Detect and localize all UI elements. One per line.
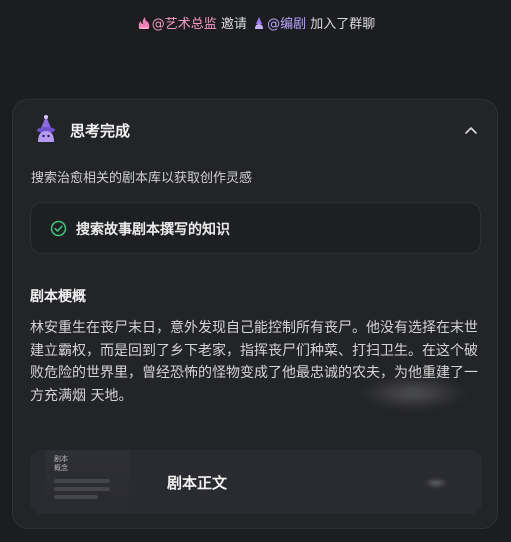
purple-flame-icon <box>255 17 264 29</box>
search-step-item[interactable]: 搜索故事剧本撰写的知识 <box>30 202 481 254</box>
thumbnail-line <box>54 495 98 499</box>
purple-wizard-icon <box>37 115 55 142</box>
collapse-button[interactable] <box>461 120 481 140</box>
search-step-label: 搜索故事剧本撰写的知识 <box>76 222 230 238</box>
document-action-icon[interactable] <box>424 478 448 488</box>
blurred-text-overlay <box>358 376 468 410</box>
thumbnail-line <box>54 479 110 483</box>
pink-flame-icon <box>138 17 150 29</box>
chevron-up-icon <box>465 127 477 134</box>
synopsis-heading: 剧本梗概 <box>30 289 86 305</box>
mention-writer[interactable]: @编剧 <box>267 17 306 32</box>
thumbnail-line <box>54 487 110 491</box>
thinking-card-header[interactable]: 思考完成 <box>13 100 497 160</box>
mention-art-director[interactable]: @艺术总监 <box>152 17 217 32</box>
invite-suffix: 加入了群聊 <box>310 17 376 32</box>
check-circle-icon <box>50 220 67 237</box>
document-title: 剧本正文 <box>167 474 228 492</box>
thinking-status-title: 思考完成 <box>70 122 131 140</box>
document-thumbnail: 剧本概念 <box>45 450 129 514</box>
thinking-summary: 搜索治愈相关的剧本库以获取创作灵感 <box>31 171 253 186</box>
thinking-card: 思考完成 搜索治愈相关的剧本库以获取创作灵感 搜索故事剧本撰写的知识 剧本梗概 … <box>12 99 498 529</box>
thumbnail-label: 剧本概念 <box>54 455 68 472</box>
invite-verb: 邀请 <box>220 17 247 32</box>
script-document-card[interactable]: 剧本概念 剧本正文 <box>30 450 482 514</box>
system-invite-message: @艺术总监 邀请 @编剧 加入了群聊 <box>0 13 511 32</box>
